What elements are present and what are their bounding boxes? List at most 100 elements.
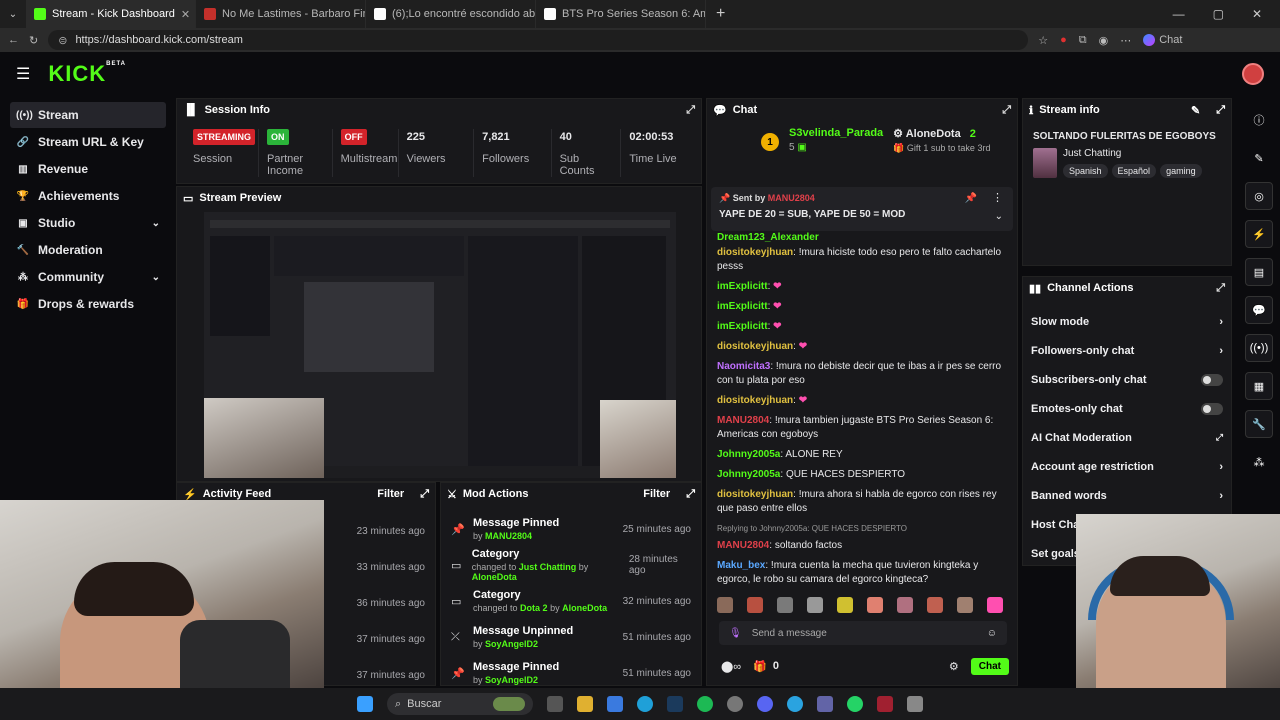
emote-icon[interactable] (777, 597, 793, 613)
task-view-icon[interactable] (547, 696, 563, 712)
channel-action-emotes-only-chat[interactable]: Emotes-only chat (1023, 394, 1231, 423)
sidebar-item-studio[interactable]: ▣ Studio ⌄ (10, 210, 166, 236)
sidebar-item-revenue[interactable]: ▥ Revenue (10, 156, 166, 182)
chat-username[interactable]: imExplicitt (717, 281, 768, 292)
expand-icon[interactable]: ⤢ (1216, 104, 1225, 117)
file-explorer-icon[interactable] (577, 696, 593, 712)
chat-bubble-icon[interactable]: 💬 (1245, 296, 1273, 324)
kick-logo[interactable]: KICKBETA (48, 61, 126, 87)
extension-icon[interactable]: ● (1060, 34, 1067, 46)
chat-username[interactable]: imExplicitt (717, 301, 768, 312)
chat-username[interactable]: MANU2804 (717, 415, 769, 426)
send-chat-button[interactable]: Chat (970, 657, 1009, 675)
chat-username[interactable]: diositokeyjhuan (717, 247, 793, 258)
document-icon[interactable]: ▤ (1245, 258, 1273, 286)
category-thumbnail[interactable] (1033, 148, 1057, 178)
expand-icon[interactable]: ⤢ (1002, 104, 1011, 117)
top-gifter-name[interactable]: S3velinda_Parada (789, 127, 883, 139)
emote-icon[interactable] (987, 597, 1003, 613)
emote-icon[interactable] (867, 597, 883, 613)
close-window-button[interactable]: ✕ (1252, 7, 1262, 21)
channel-action-account-age-restriction[interactable]: Account age restriction › (1023, 452, 1231, 481)
browser-tab[interactable]: Stream - Kick Dashboard ✕ (26, 0, 196, 28)
back-icon[interactable]: ← (8, 34, 19, 46)
steam-icon[interactable] (667, 696, 683, 712)
chat-username[interactable]: imExplicitt (717, 321, 768, 332)
mod-action-target[interactable]: Just Chatting (519, 562, 577, 572)
unpin-icon[interactable]: 📌 (965, 193, 977, 204)
category-name[interactable]: Just Chatting (1063, 148, 1202, 159)
sidebar-item-community[interactable]: ⁂ Community ⌄ (10, 264, 166, 290)
minimize-button[interactable]: — (1173, 7, 1185, 21)
stream-tag[interactable]: Spanish (1063, 164, 1108, 178)
url-field[interactable]: ⊜ https://dashboard.kick.com/stream (48, 30, 1029, 50)
chat-username[interactable]: diositokeyjhuan (717, 489, 793, 500)
channel-action-followers-only-chat[interactable]: Followers-only chat › (1023, 336, 1231, 365)
tab-list-icon[interactable]: ⌄ (0, 9, 26, 20)
points-icon[interactable]: ⬤∞ (721, 660, 741, 673)
stream-preview-video[interactable] (204, 212, 676, 478)
emote-icon[interactable] (837, 597, 853, 613)
expand-icon[interactable]: ⤢ (686, 488, 695, 501)
pinned-message[interactable]: 📌 Sent by MANU2804 YAPE DE 20 = SUB, YAP… (711, 187, 1013, 231)
info-icon[interactable]: ⓘ (1245, 106, 1273, 134)
emoji-icon[interactable]: ☺ (987, 628, 997, 639)
mod-action-target[interactable]: Dota 2 (520, 603, 548, 613)
pencil-icon[interactable]: ✎ (1245, 144, 1273, 172)
favorite-icon[interactable]: ☆ (1038, 34, 1048, 47)
channel-action-banned-words[interactable]: Banned words › (1023, 481, 1231, 510)
store-icon[interactable] (607, 696, 623, 712)
sidebar-item-drops-rewards[interactable]: 🎁 Drops & rewards (10, 291, 166, 317)
browser-tab[interactable]: (6);Lo encontré escondido abajo d✕ (366, 0, 536, 28)
profile-icon[interactable]: ◉ (1099, 34, 1109, 47)
chat-settings-icon[interactable]: ⚙ (949, 660, 959, 673)
tab-close-icon[interactable]: ✕ (181, 8, 190, 21)
maximize-button[interactable]: ▢ (1213, 7, 1224, 21)
settings-icon[interactable] (727, 696, 743, 712)
mod-action-target[interactable]: SoyAngelD2 (485, 675, 538, 685)
sidebar-item-stream[interactable]: ((•)) Stream (10, 102, 166, 128)
community-icon[interactable]: ⁂ (1245, 448, 1273, 476)
calculator-icon[interactable] (907, 696, 923, 712)
mod-action-target[interactable]: MANU2804 (485, 531, 532, 541)
windows-start-icon[interactable] (357, 696, 373, 712)
pinned-collapse-icon[interactable]: ⌄ (995, 211, 1003, 222)
chat-username[interactable]: MANU2804 (717, 540, 769, 551)
telegram-icon[interactable] (787, 696, 803, 712)
taskbar-search[interactable]: ⌕ Buscar (387, 693, 533, 715)
expand-icon[interactable]: ⤢ (686, 104, 695, 117)
layout-icon[interactable]: ▦ (1245, 372, 1273, 400)
stream-tag[interactable]: Español (1111, 164, 1157, 178)
camera-icon[interactable]: ◎ (1245, 182, 1273, 210)
app-icon[interactable] (877, 696, 893, 712)
user-avatar[interactable] (1242, 63, 1264, 85)
expand-icon[interactable]: ⤢ (420, 488, 429, 501)
second-gifter-name[interactable]: AloneDota (906, 128, 961, 140)
emote-icon[interactable] (897, 597, 913, 613)
sidebar-item-stream-url-key[interactable]: 🔗 Stream URL & Key (10, 129, 166, 155)
sidebar-item-achievements[interactable]: 🏆 Achievements (10, 183, 166, 209)
edit-icon[interactable]: ✎ (1191, 104, 1200, 117)
emote-icon[interactable] (717, 597, 733, 613)
chat-username[interactable]: Johnny2005a (717, 469, 780, 480)
channel-action-subscribers-only-chat[interactable]: Subscribers-only chat (1023, 365, 1231, 394)
chat-username[interactable]: Johnny2005a (717, 449, 780, 460)
mod-action-user[interactable]: AloneDota (562, 603, 607, 613)
new-tab-button[interactable]: + (716, 5, 725, 23)
lightning-icon[interactable]: ⚡ (1245, 220, 1273, 248)
chat-input[interactable]: 🎙 Send a message ☺ (719, 621, 1007, 645)
mod-filter-button[interactable]: Filter (643, 488, 670, 500)
teams-icon[interactable] (817, 696, 833, 712)
mic-icon[interactable]: 🎙 (729, 628, 742, 639)
chat-username[interactable]: diositokeyjhuan (717, 395, 793, 406)
emote-icon[interactable] (927, 597, 943, 613)
menu-icon[interactable]: ☰ (16, 64, 30, 84)
channel-action-ai-chat-moderation[interactable]: AI Chat Moderation ⤢ (1023, 423, 1231, 452)
copilot-chat-button[interactable]: Chat (1143, 34, 1182, 46)
chat-username[interactable]: diositokeyjhuan (717, 341, 793, 352)
sidebar-item-moderation[interactable]: 🔨 Moderation (10, 237, 166, 263)
more-icon[interactable]: ⋯ (1120, 34, 1131, 47)
mod-action-target[interactable]: SoyAngelD2 (485, 639, 538, 649)
emote-icon[interactable] (747, 597, 763, 613)
browser-tab[interactable]: BTS Pro Series Season 6: Americas✕ (536, 0, 706, 28)
